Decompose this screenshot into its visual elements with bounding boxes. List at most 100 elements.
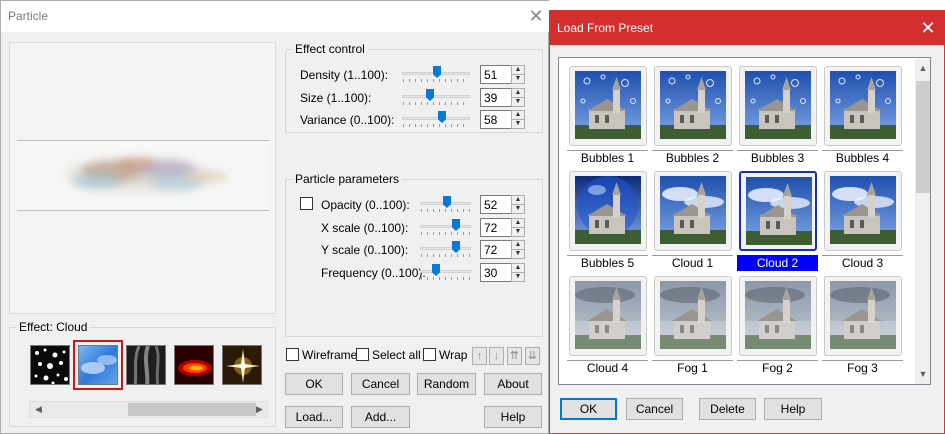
about-button[interactable]: About [484, 373, 542, 395]
y-scale-input[interactable] [480, 240, 513, 259]
y-scale-slider[interactable] [420, 240, 488, 258]
frequency-slider-thumb[interactable] [432, 264, 440, 276]
preset-label[interactable]: Fog 3 [822, 360, 903, 376]
preset-item[interactable]: Fog 2 [737, 274, 818, 377]
x-scale-slider-thumb[interactable] [452, 219, 460, 231]
wireframe-checkbox[interactable] [286, 348, 299, 361]
preset-item[interactable]: Fog 3 [822, 274, 903, 377]
preset-thumbnail[interactable] [654, 66, 732, 146]
preset-label[interactable]: Fog 1 [652, 360, 733, 376]
frequency-slider[interactable] [420, 263, 488, 281]
opacity-slider[interactable] [420, 195, 488, 213]
particle-titlebar[interactable]: Particle ✕ [1, 1, 549, 32]
preset-item[interactable]: Cloud 3 [822, 169, 903, 272]
size-slider-thumb[interactable] [426, 89, 434, 101]
preset-item[interactable]: Cloud 4 [567, 274, 648, 377]
preset-item[interactable]: Bubbles 5 [567, 169, 648, 272]
preset-thumbnail[interactable] [739, 171, 817, 251]
density-input[interactable] [480, 65, 513, 84]
opacity-input[interactable] [480, 195, 513, 214]
preset-label[interactable]: Cloud 1 [652, 255, 733, 271]
preset-label[interactable]: Bubbles 4 [822, 150, 903, 166]
size-slider[interactable] [402, 88, 470, 106]
scroll-right-icon[interactable]: ▶ [251, 402, 268, 417]
preset-item[interactable]: Bubbles 4 [822, 64, 903, 167]
preset-item[interactable]: Bubbles 3 [737, 64, 818, 167]
wrap-checkbox[interactable] [423, 348, 436, 361]
preset-label[interactable]: Bubbles 1 [567, 150, 648, 166]
preset-item[interactable]: Bubbles 2 [652, 64, 733, 167]
opacity-checkbox[interactable] [300, 197, 313, 210]
opacity-spinner[interactable]: ▲ ▼ [511, 195, 525, 214]
ok-button[interactable]: OK [285, 373, 343, 395]
preset-label[interactable]: Bubbles 2 [652, 150, 733, 166]
effect-fire-thumbnail[interactable] [174, 345, 214, 385]
close-icon[interactable]: ✕ [915, 16, 941, 40]
preset-item[interactable]: Fog 1 [652, 274, 733, 377]
preset-label[interactable]: Bubbles 5 [567, 255, 648, 271]
opacity-slider-thumb[interactable] [443, 196, 451, 208]
preset-thumbnail[interactable] [569, 171, 647, 251]
density-slider[interactable] [402, 65, 470, 83]
preset-help-button[interactable]: Help [764, 398, 822, 420]
effect-cloud-thumbnail[interactable] [73, 340, 123, 390]
scroll-left-icon[interactable]: ◀ [30, 402, 47, 417]
size-input[interactable] [480, 88, 513, 107]
move-top-icon[interactable]: ⇈ [507, 347, 522, 365]
preset-thumbnail[interactable] [654, 171, 732, 251]
move-bottom-icon[interactable]: ⇊ [525, 347, 540, 365]
density-spinner[interactable]: ▲ ▼ [511, 65, 525, 84]
preset-thumbnail[interactable] [824, 276, 902, 356]
preset-delete-button[interactable]: Delete [699, 398, 756, 420]
cancel-button[interactable]: Cancel [351, 373, 410, 395]
load-button[interactable]: Load... [285, 406, 343, 428]
x-scale-slider[interactable] [420, 218, 488, 236]
add-button[interactable]: Add... [351, 406, 410, 428]
effect-smoke-thumbnail[interactable] [126, 345, 166, 385]
effect-scrollbar[interactable]: ◀ ▶ [29, 401, 268, 418]
preset-label[interactable]: Fog 2 [737, 360, 818, 376]
variance-slider-thumb[interactable] [438, 111, 446, 123]
size-spinner[interactable]: ▲ ▼ [511, 88, 525, 107]
preset-thumbnail[interactable] [824, 171, 902, 251]
preset-thumbnail[interactable] [739, 276, 817, 356]
preset-thumbnail[interactable] [739, 66, 817, 146]
preset-item[interactable]: Cloud 2 [737, 169, 818, 272]
preset-label[interactable]: Cloud 2 [737, 255, 818, 271]
preset-ok-button[interactable]: OK [560, 398, 617, 420]
scroll-up-icon[interactable]: ▲ [915, 61, 930, 76]
preset-label[interactable]: Cloud 3 [822, 255, 903, 271]
close-icon[interactable]: ✕ [523, 5, 549, 27]
select-all-checkbox[interactable] [356, 348, 369, 361]
preset-label[interactable]: Bubbles 3 [737, 150, 818, 166]
preset-cancel-button[interactable]: Cancel [626, 398, 683, 420]
variance-slider[interactable] [402, 110, 470, 128]
x-scale-spinner[interactable]: ▲ ▼ [511, 218, 525, 237]
move-up-icon[interactable]: ↑ [472, 347, 487, 365]
y-scale-spinner[interactable]: ▲ ▼ [511, 240, 525, 259]
move-down-icon[interactable]: ↓ [489, 347, 504, 365]
frequency-spinner[interactable]: ▲ ▼ [511, 263, 525, 282]
scroll-down-icon[interactable]: ▼ [915, 367, 930, 382]
preset-label[interactable]: Cloud 4 [567, 360, 648, 376]
preset-item[interactable]: Bubbles 1 [567, 64, 648, 167]
preset-scrollbar[interactable]: ▲ ▼ [915, 59, 930, 384]
random-button[interactable]: Random [417, 373, 476, 395]
preset-thumbnail[interactable] [569, 276, 647, 356]
preset-thumbnail[interactable] [569, 66, 647, 146]
variance-spinner[interactable]: ▲ ▼ [511, 110, 525, 129]
effect-scroll-thumb[interactable] [128, 403, 256, 416]
variance-input[interactable] [480, 110, 513, 129]
x-scale-input[interactable] [480, 218, 513, 237]
preset-thumbnail[interactable] [654, 276, 732, 356]
density-slider-thumb[interactable] [433, 66, 441, 78]
preset-thumbnail[interactable] [824, 66, 902, 146]
effect-stars-thumbnail[interactable] [30, 345, 70, 385]
preset-scroll-thumb[interactable] [916, 81, 930, 193]
preset-titlebar[interactable]: Load From Preset ✕ [549, 10, 945, 45]
help-button[interactable]: Help [484, 406, 542, 428]
effect-sparkle-thumbnail[interactable] [222, 345, 262, 385]
frequency-input[interactable] [480, 263, 513, 282]
y-scale-slider-thumb[interactable] [452, 241, 460, 253]
preset-item[interactable]: Cloud 1 [652, 169, 733, 272]
